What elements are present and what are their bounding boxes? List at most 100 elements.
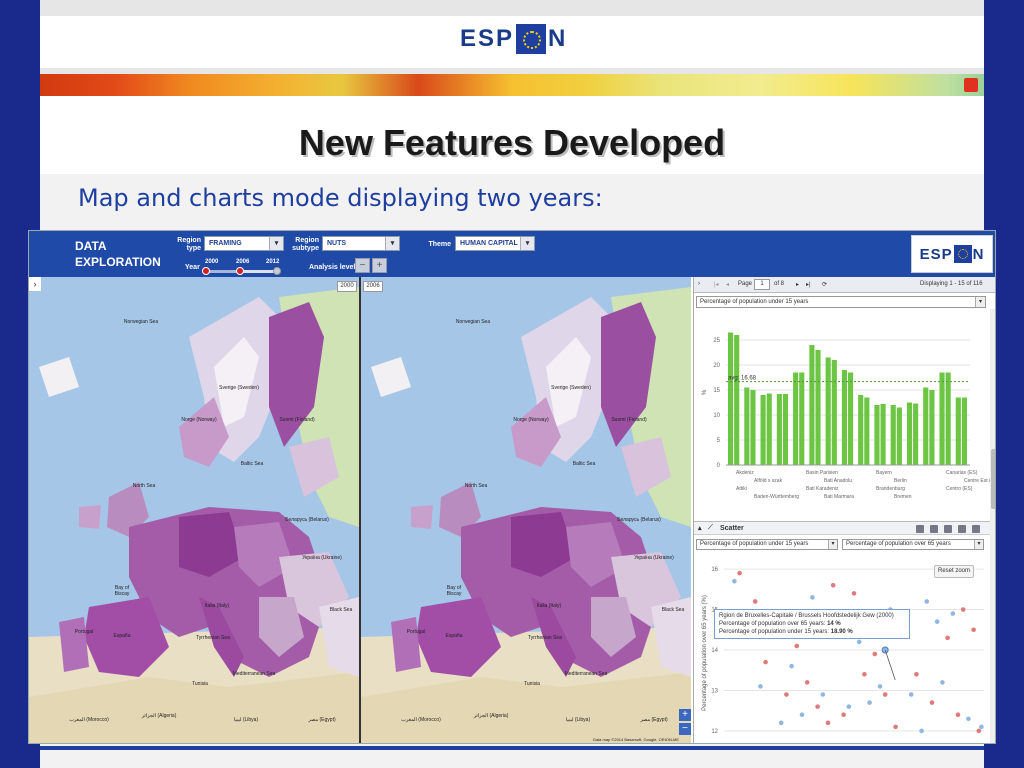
save-icon[interactable] [944,525,952,533]
year-slider-max-handle[interactable] [273,267,281,275]
map-label: Portugal [406,629,426,635]
scatter-tooltip: Rgion de Bruxelles-Capitale / Brussels H… [714,609,910,639]
logo-strip: ESP N [40,0,984,74]
bar-x-tick-label: Bati Anadolu [824,478,852,484]
indicator-value: Percentage of population under 15 years [700,299,809,305]
scatter-point [867,700,872,705]
map-label: Baltic Sea [240,461,264,467]
first-page-icon[interactable]: |◂ [714,281,719,288]
panel-scrollbar[interactable] [990,309,995,743]
map-left-year: 2000 [337,281,357,292]
bar [961,397,967,465]
chevron-down-icon: ▾ [385,237,399,250]
region-type-select[interactable]: FRAMING ▾ [204,236,284,251]
page-of-label: of 8 [774,281,785,287]
bar [939,372,945,465]
collapse-panel-icon[interactable]: › [698,281,700,287]
scatter-point [872,651,878,657]
scatter-point [820,692,826,697]
bar-x-tick-label: Attiki [736,486,747,492]
prev-page-icon[interactable]: ◂ [726,281,729,288]
bar-y-tick-label: 5 [717,438,721,444]
chevron-down-icon: ▾ [520,237,534,250]
scatter-point [830,582,836,588]
map-label: Україна (Ukraine) [302,555,342,561]
tooltip-label: Percentage of population under 15 years: [719,629,830,635]
zoom-icon[interactable] [972,525,980,533]
map-label: Bay of Biscay [114,585,130,597]
map-right[interactable]: 2006 Norwegian Sea Sverige (Sweden) Norg… [361,277,691,743]
bar [776,394,782,465]
camera-icon[interactable] [958,525,966,533]
region-type-label: Region type [177,237,201,252]
tooltip-title: Rgion de Bruxelles-Capitale / Brussels H… [719,613,894,619]
map-label: Беларусь (Belarus) [285,517,329,523]
year-slider-start-handle[interactable] [202,267,210,275]
scatter-point [966,716,971,722]
bar [955,397,961,465]
map-label: Беларусь (Belarus) [617,517,661,523]
tooltip-value: 14 % [827,621,841,627]
scatter-point [804,680,810,685]
app-logo-text-right: N [972,245,985,263]
scatter-x-select[interactable]: Percentage of population under 15 years … [696,539,838,550]
bar-x-tick-label: Berlin [894,478,907,484]
scatter-point [914,671,919,677]
scatter-title: Scatter [720,525,744,532]
year-tick-2006: 2006 [236,259,250,265]
analysis-level-plus-button[interactable]: + [372,258,387,273]
theme-select[interactable]: HUMAN CAPITAL ▾ [455,236,535,251]
theme-value: HUMAN CAPITAL [460,240,518,247]
indicator-select[interactable]: Percentage of population under 15 years … [696,296,986,308]
region-subtype-value: NUTS [327,240,347,247]
band-corner-icon [964,78,978,92]
scatter-point [971,627,976,633]
bar [750,390,756,465]
charts-panel: › |◂ ◂ Page 1 of 8 ▸ ▸| ⟳ Displaying 1 -… [693,277,995,743]
bar-x-tick-label: Baden-Württemberg [754,494,799,500]
export-icon[interactable] [930,525,938,533]
app-title-line2: EXPLORATION [75,255,161,269]
bottom-rule [40,746,984,750]
scatter-point [924,599,930,604]
refresh-icon[interactable]: ⟳ [822,281,827,288]
tooltip-label: Percentage of population over 65 years: [719,621,826,627]
map-label: Black Sea [329,607,353,613]
reset-zoom-button[interactable]: Reset zoom [934,565,974,578]
region-subtype-select[interactable]: NUTS ▾ [322,236,400,251]
map-label: España [445,633,463,639]
scatter-y-value: Percentage of population over 65 years [846,541,951,547]
bar [848,372,854,465]
scatter-y-select[interactable]: Percentage of population over 65 years ▾ [842,539,984,550]
scatter-point [778,720,784,726]
list-icon[interactable] [916,525,924,533]
map-label: Italia (Italy) [204,603,230,609]
chevron-down-icon: ▾ [974,540,983,549]
scatter-point [752,599,758,604]
scatter-point [841,712,846,718]
next-page-icon[interactable]: ▸ [796,281,799,288]
zoom-out-button[interactable]: − [679,723,691,735]
chevron-down-icon: ▾ [269,237,283,250]
collapse-up-icon[interactable]: ▴ [698,524,702,532]
map-label: North Sea [464,483,488,489]
displaying-count: Displaying 1 - 15 of 116 [920,281,983,287]
year-slider[interactable] [202,267,281,275]
page-input[interactable]: 1 [754,279,770,290]
panel-scrollbar-thumb[interactable] [991,449,995,509]
map-label: Mediterranean Sea [564,671,608,677]
map-left-expand-button[interactable]: › [29,277,41,291]
last-page-icon[interactable]: ▸| [806,281,811,288]
year-slider-end-handle[interactable] [236,267,244,275]
scatter-point [763,659,768,665]
logo-text-left: ESP [460,25,515,52]
pager-toolbar: › |◂ ◂ Page 1 of 8 ▸ ▸| ⟳ Displaying 1 -… [694,277,995,293]
map-label: Norge (Norway) [513,417,549,423]
bar-y-tick-label: 10 [713,413,720,419]
map-label: Suomi (Finland) [279,417,315,423]
zoom-in-button[interactable]: + [679,709,691,721]
analysis-level-minus-button[interactable]: − [355,258,370,273]
app-header: DATA EXPLORATION Region type FRAMING ▾ R… [29,231,995,277]
scatter-point [976,728,982,734]
map-left[interactable]: › 2000 Norwegian Sea Sverige (Sweden) No… [29,277,359,743]
